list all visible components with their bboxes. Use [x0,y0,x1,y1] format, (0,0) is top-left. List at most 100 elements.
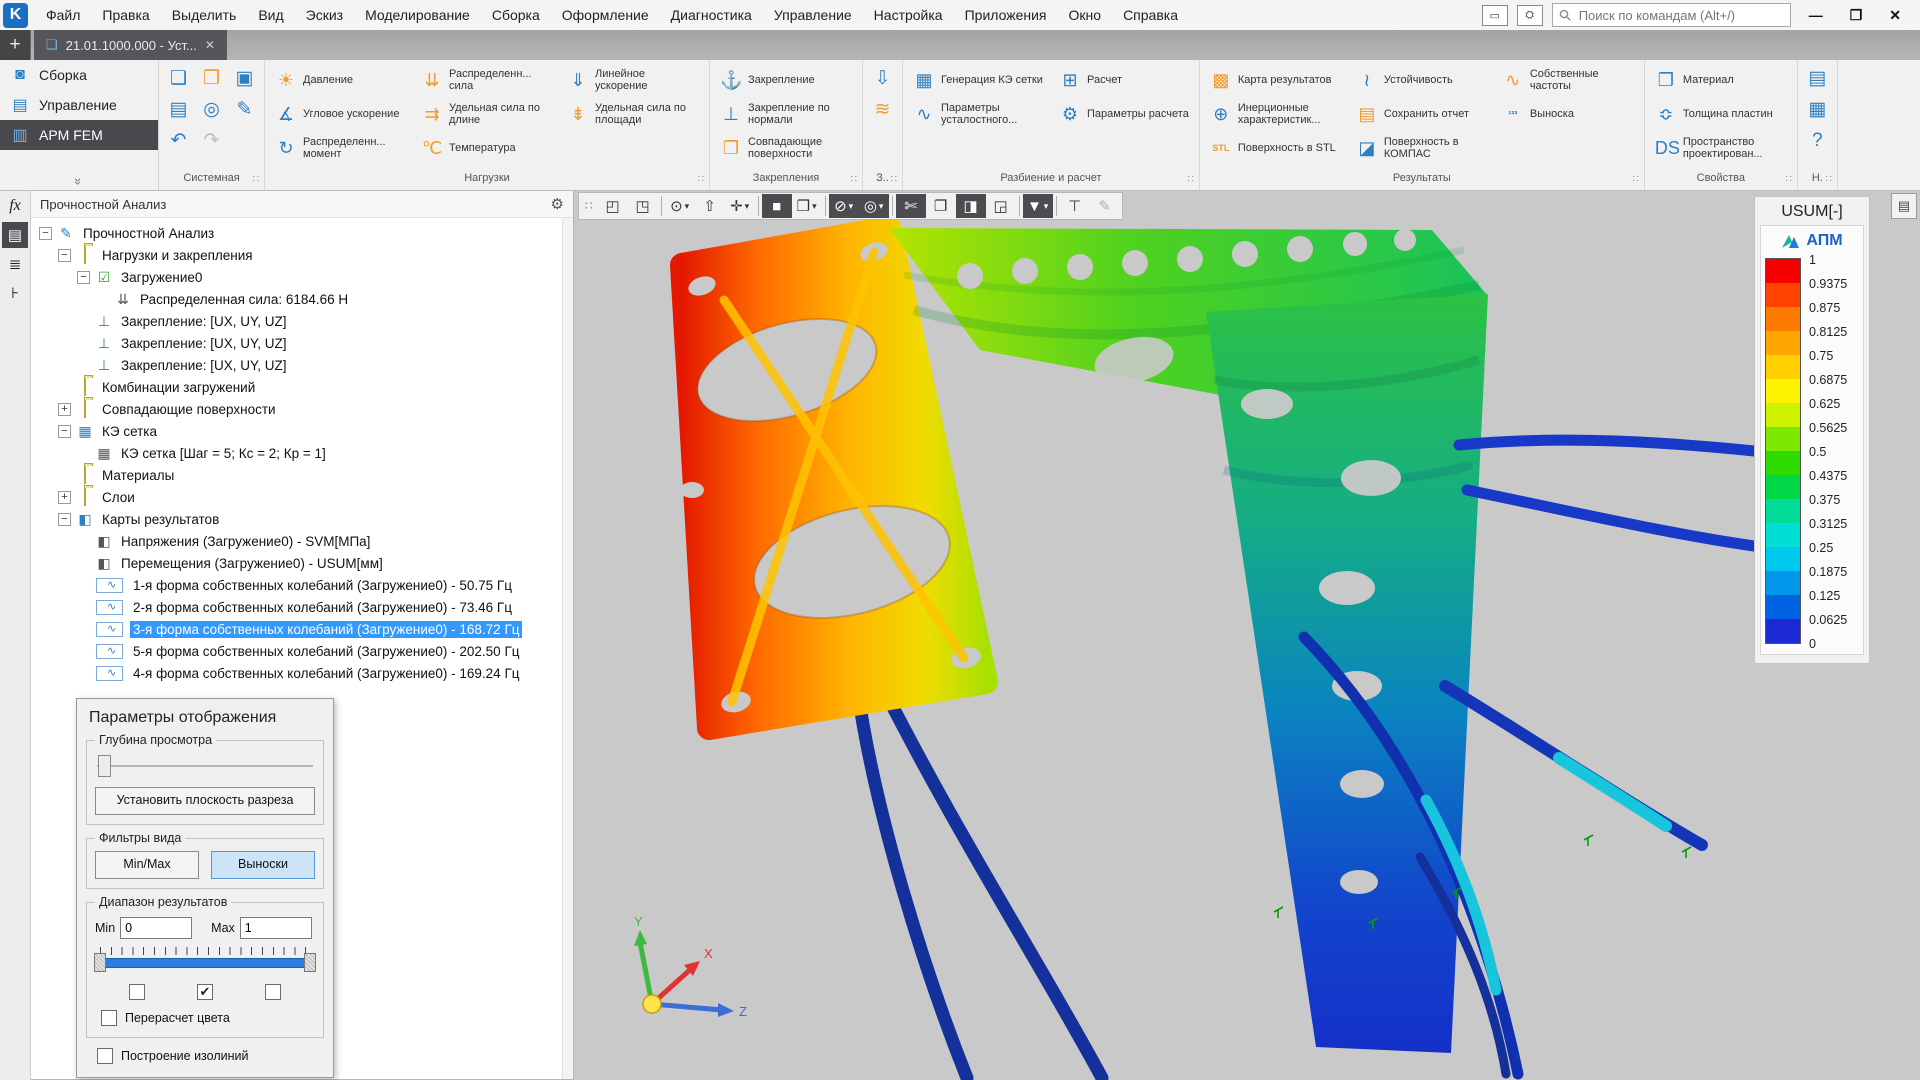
dialog-launcher-icon[interactable]: ∷ [1785,174,1791,185]
orientation-button[interactable]: ◳ [628,194,658,218]
tree-node[interactable]: ◧ Перемещения (Загружение0) - USUM[мм] [31,552,573,574]
move-component-button[interactable]: ✛ ▾ [725,194,755,218]
callout-button[interactable]: ¹²³ Выноска [1495,97,1641,131]
dialog-launcher-icon[interactable]: ∷ [1632,174,1638,185]
structure-panel-button[interactable]: ⊦ [2,280,28,306]
print-preview-button[interactable]: ◎ [197,95,226,124]
restore-button[interactable]: ❐ [1841,7,1872,24]
viewport[interactable]: ) ∷◰◳⊙▾⇧✛▾■❒▾⊘▾◎▾✄❐◨◲▼▾⊤✎ [574,190,1920,1080]
calculate-button[interactable]: ⊞ Расчет [1052,63,1196,97]
toolbar-grip-icon[interactable]: ∷ [581,199,598,213]
save-button[interactable]: ▣ [230,64,259,93]
kompas-logo-icon[interactable]: K [3,2,28,28]
dialog-launcher-icon[interactable]: ∷ [891,174,897,185]
tree-node[interactable]: ∿ 1-я форма собственных колебаний (Загруж… [31,574,573,596]
set-section-plane-button[interactable]: Установить плоскость разреза [95,787,315,815]
search-input[interactable] [1576,6,1784,24]
dialog-launcher-icon[interactable]: ∷ [851,174,857,185]
tree-node[interactable]: + Слои [31,486,573,508]
tree-node[interactable]: − Нагрузки и закрепления [31,244,573,266]
interface-settings-icon[interactable]: ⛭ [1516,4,1543,26]
menu-item[interactable]: Выделить [161,0,248,30]
coincident-surfaces-button[interactable]: ❐ Совпадающие поверхности [713,131,859,165]
result-map-button[interactable]: ▩ Карта результатов [1203,63,1349,97]
tree-expander-icon[interactable]: − [58,512,71,526]
fixture-button[interactable]: ⚓ Закрепление [713,63,859,97]
local-section-button[interactable]: ◲ [986,194,1016,218]
copy-properties-button[interactable]: ❐ [926,194,956,218]
tree-node[interactable]: − ▦ КЭ сетка [31,420,573,442]
menu-item[interactable]: Приложения [954,0,1058,30]
hide-objects-button[interactable]: ⊘ ▾ [828,194,859,218]
tree-node[interactable]: ∿ 4-я форма собственных колебаний (Загруж… [31,662,573,684]
print-button[interactable]: ▤ [164,95,193,124]
inertia-characteristics-button[interactable]: ⊕ Инерционные характеристик... [1203,97,1349,131]
tree-node[interactable]: ◧ Напряжения (Загружение0) - SVM[МПа] [31,530,573,552]
material-button[interactable]: ❐ Материал [1648,63,1794,97]
fatigue-parameters-button[interactable]: ∿ Параметры усталостного... [906,97,1052,131]
dialog-launcher-icon[interactable]: ∷ [253,174,259,185]
distributed-moment-button[interactable]: ↻ Распределенн... момент [268,131,414,165]
calculation-parameters-button[interactable]: ⚙ Параметры расчета [1052,97,1196,131]
tree-node[interactable]: ▦ КЭ сетка [Шаг = 5; Кс = 2; Кр = 1] [31,442,573,464]
minmax-filter-button[interactable]: Min/Max [95,851,199,879]
mesh-generation-button[interactable]: ▦ Генерация КЭ сетки [906,63,1052,97]
menu-item[interactable]: Сборка [481,0,551,30]
undo-button[interactable]: ↶ [164,126,193,155]
minimize-button[interactable]: — [1800,7,1832,23]
tree-expander-icon[interactable]: − [58,424,71,438]
tree-expander-icon[interactable]: + [58,490,71,504]
force-per-length-button[interactable]: ⇉ Удельная сила по длине [414,97,560,131]
menu-item[interactable]: Оформление [551,0,660,30]
range-slider-right-handle[interactable] [304,953,316,972]
pan-button[interactable]: ⇧ [695,194,725,218]
linear-acceleration-button[interactable]: ⇓ Линейное ускорение [560,63,706,97]
callouts-filter-button[interactable]: Выноски [211,851,315,879]
menu-item[interactable]: Справка [1112,0,1189,30]
kompas-surface-button[interactable]: ◪ Поверхность в КОМПАС [1349,131,1495,165]
tree-node[interactable]: − ✎ Прочностной Анализ [31,222,573,244]
distributed-force-button[interactable]: ⇊ Распределенн... сила [414,63,560,97]
force-per-area-button[interactable]: ⇟ Удельная сила по площади [560,97,706,131]
save-report-button[interactable]: ▤ Сохранить отчет [1349,97,1495,131]
measure-button[interactable]: ⊤ [1060,194,1090,218]
range-checkbox[interactable] [129,984,145,1000]
range-slider-left-handle[interactable] [94,953,106,972]
coincident-stack-button[interactable]: ≋ [868,95,897,124]
open-button[interactable]: ❒ [197,64,226,93]
pressure-button[interactable]: ☀ Давление [268,63,414,97]
temperature-button[interactable]: ℃ Температура [414,131,560,165]
menu-item[interactable]: Правка [91,0,160,30]
tree-node[interactable]: ∿ 2-я форма собственных колебаний (Загруж… [31,596,573,618]
range-checkbox[interactable] [265,984,281,1000]
wireframe-display-button[interactable]: ❒ ▾ [792,194,822,218]
ribbon-mode-sborka[interactable]: ◙ Сборка [0,60,158,90]
stl-surface-button[interactable]: STL Поверхность в STL [1203,131,1349,165]
cutaway-button[interactable]: ◨ [955,194,986,218]
window-layout-icon[interactable]: ▭ [1481,4,1508,26]
new-tab-button[interactable]: + [0,30,31,60]
range-slider[interactable] [94,953,316,972]
tree-expander-icon[interactable]: − [77,270,90,284]
plate-thickness-button[interactable]: ≎ Толщина пластин [1648,97,1794,131]
menu-item[interactable]: Окно [1058,0,1113,30]
depth-slider-handle[interactable] [98,755,111,777]
shaded-display-button[interactable]: ■ [761,194,792,218]
tree-node[interactable]: ⊥ Закрепление: [UX, UY, UZ] [31,332,573,354]
tree-node[interactable]: ⇊ Распределенная сила: 6184.66 Н [31,288,573,310]
close-button[interactable]: ✕ [1880,7,1910,24]
range-checkbox-checked[interactable]: ✔ [197,984,213,1000]
redo-button[interactable]: ↷ [197,126,226,155]
max-input[interactable] [239,917,312,939]
model-tree-button[interactable]: ▤ [2,222,28,248]
tree-node[interactable]: + Совпадающие поверхности [31,398,573,420]
gear-icon[interactable]: ⚙ [551,195,564,213]
tree-node[interactable]: Комбинации загружений [31,376,573,398]
tree-expander-icon[interactable]: − [39,226,52,240]
fixture-normal-button[interactable]: ⊥ Закрепление по нормали [713,97,859,131]
requirements-panel-icon[interactable]: ▤ [1891,193,1917,219]
ghost-display-button[interactable]: ◎ ▾ [858,194,889,218]
eigenfrequencies-button[interactable]: ∿ Собственные частоты [1495,63,1641,97]
isolines-checkbox[interactable] [97,1048,113,1064]
help-button[interactable]: ? [1803,126,1832,155]
